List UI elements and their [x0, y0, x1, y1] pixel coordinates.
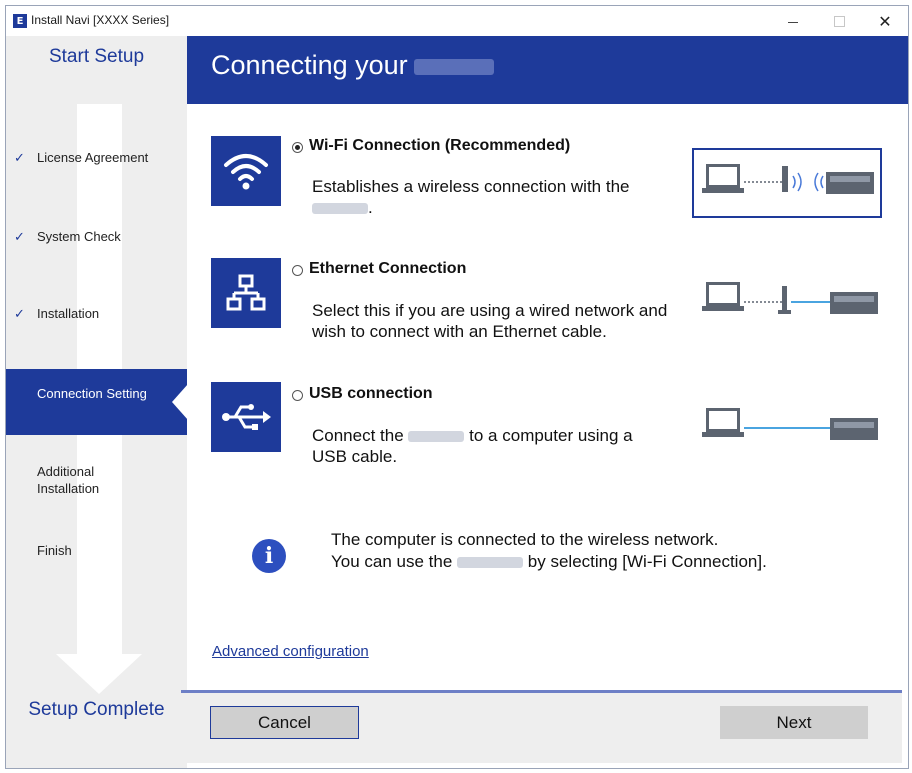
usb-desc-start: Connect the [312, 426, 404, 445]
window-title: Install Navi [XXXX Series] [31, 13, 170, 27]
sidebar-step-label: Additional Installation [37, 464, 100, 496]
wifi-option-icon-tile[interactable] [211, 136, 281, 206]
close-button[interactable]: ✕ [862, 6, 908, 36]
redacted-product-name [457, 557, 524, 569]
info-line1: The computer is connected to the wireles… [331, 530, 719, 549]
title-bar: E Install Navi [XXXX Series] ✕ [6, 6, 908, 36]
minimize-button[interactable] [770, 6, 816, 36]
close-icon: ✕ [878, 11, 892, 31]
wifi-icon [224, 154, 268, 190]
info-line2-start: You can use the [331, 552, 453, 571]
network-icon [226, 274, 266, 311]
maximize-button[interactable] [816, 6, 862, 36]
sidebar-step-label: System Check [37, 229, 121, 244]
redacted-product-name [408, 431, 465, 443]
page-title: Connecting your [211, 50, 494, 81]
app-icon: E [13, 14, 27, 28]
next-button[interactable]: Next [720, 706, 868, 739]
ethernet-radio[interactable] [292, 265, 303, 276]
usb-icon [222, 404, 271, 430]
page-header: Connecting your [187, 36, 908, 104]
sidebar-step-label: Installation [37, 306, 100, 321]
check-icon: ✓ [14, 230, 25, 245]
info-icon: i [252, 539, 286, 573]
usb-radio[interactable] [292, 390, 303, 401]
sidebar-start-label: Start Setup [48, 46, 145, 67]
ethernet-option-title[interactable]: Ethernet Connection [309, 260, 466, 278]
wifi-diagram-image [702, 164, 874, 194]
ethernet-diagram-image [702, 282, 878, 314]
wifi-option-title[interactable]: Wi-Fi Connection (Recommended) [309, 137, 570, 155]
usb-diagram-image [702, 408, 878, 440]
page-title-text: Connecting your [211, 50, 408, 80]
advanced-configuration-link[interactable]: Advanced configuration [212, 643, 369, 660]
check-icon: ✓ [14, 151, 25, 166]
redacted-product-name [413, 58, 494, 75]
cancel-button[interactable]: Cancel [210, 706, 359, 739]
connection-status-message: The computer is connected to the wireles… [331, 529, 767, 573]
ethernet-option-icon-tile[interactable] [211, 258, 281, 328]
wifi-connection-diagram [692, 148, 882, 218]
sidebar-step-label: License Agreement [37, 150, 149, 165]
redacted-product-name [312, 203, 368, 215]
usb-option-icon-tile[interactable] [211, 382, 281, 452]
sidebar: Start Setup ✓ License Agreement ✓ System… [6, 36, 188, 768]
check-icon: ✓ [14, 307, 25, 322]
sidebar-complete-label: Setup Complete [28, 699, 165, 720]
wifi-option-description: Establishes a wireless connection with t… [312, 176, 682, 218]
sidebar-step-connection-setting: Connection Setting [6, 369, 188, 435]
usb-option-description: Connect the to a computer using a USB ca… [312, 425, 672, 467]
usb-option-title[interactable]: USB connection [309, 385, 433, 403]
ethernet-option-description: Select this if you are using a wired net… [312, 301, 668, 341]
sidebar-step-label: Connection Setting [37, 386, 147, 401]
wifi-desc-line2: . [368, 198, 373, 217]
progress-arrow-head [56, 654, 142, 694]
maximize-icon [833, 15, 845, 27]
ethernet-connection-diagram [692, 270, 882, 340]
usb-connection-diagram [692, 396, 882, 466]
wifi-radio[interactable] [292, 142, 303, 153]
sidebar-step-label: Finish [37, 543, 72, 558]
installer-window: E Install Navi [XXXX Series] ✕ Start Set… [5, 5, 909, 769]
wifi-desc-line1: Establishes a wireless connection with t… [312, 177, 630, 196]
info-line2-end: by selecting [Wi-Fi Connection]. [527, 552, 767, 571]
minimize-icon [788, 21, 798, 23]
